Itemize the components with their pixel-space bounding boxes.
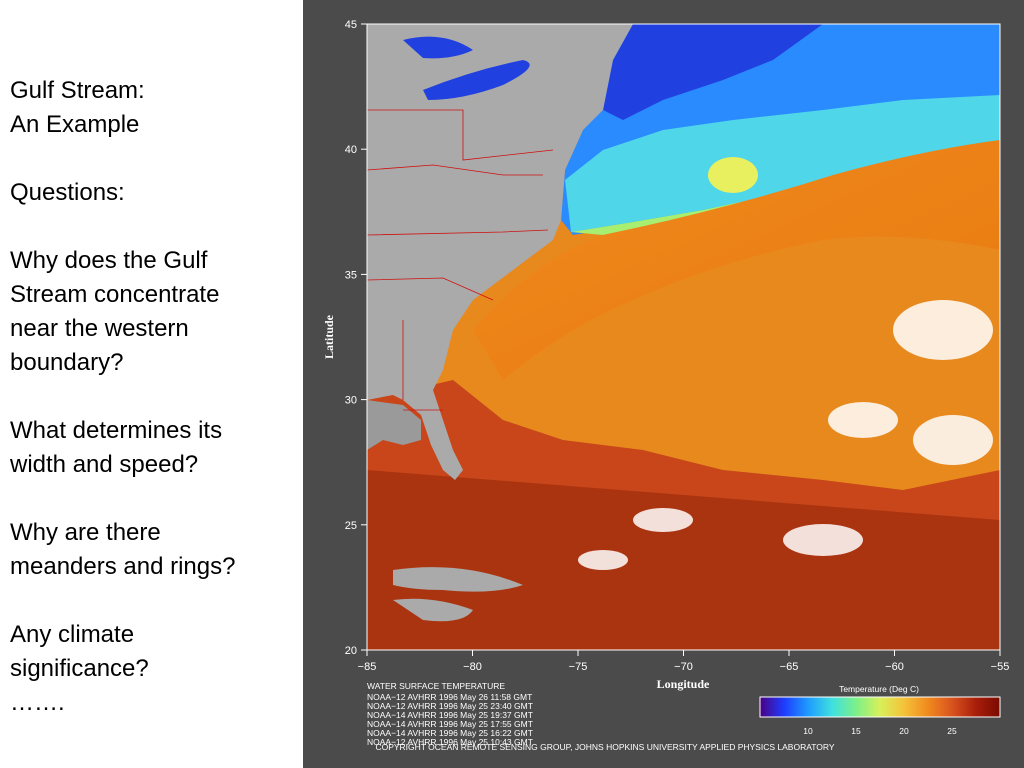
slide-line: significance? <box>10 655 149 682</box>
slide-line: Stream concentrate <box>10 281 220 308</box>
x-tick-label: −70 <box>674 661 693 673</box>
x-tick-label: −60 <box>885 661 904 673</box>
figure-panel: −85 −80 −75 −70 −65 −60 −55 45 40 35 30 25 20 Longi… <box>303 0 1024 768</box>
y-axis: 45 40 35 30 25 20 <box>345 19 367 657</box>
x-tick-label: −65 <box>780 661 799 673</box>
y-tick-label: 20 <box>345 645 357 657</box>
y-tick-label: 45 <box>345 19 357 31</box>
slide-line: Gulf Stream: <box>10 77 145 104</box>
y-tick-label: 30 <box>345 395 357 407</box>
sst-map <box>366 23 1001 651</box>
slide-line: Questions: <box>10 179 125 206</box>
x-tick-label: −85 <box>358 661 377 673</box>
colorbar-title: Temperature (Deg C) <box>839 684 919 694</box>
slide-line: What determines its <box>10 417 223 444</box>
slide-line: Any climate <box>10 621 135 648</box>
slide-line: near the western <box>10 315 189 342</box>
slide-line <box>10 584 300 618</box>
x-tick-label: −75 <box>569 661 588 673</box>
copyright-text: COPYRIGHT OCEAN REMOTE SENSING GROUP, JO… <box>375 742 834 752</box>
colorbar-tick-label: 25 <box>947 726 957 736</box>
colorbar: Temperature (Deg C) 10 15 20 25 <box>759 684 1001 736</box>
slide-line <box>10 210 300 244</box>
colorbar-tick-label: 10 <box>803 726 813 736</box>
warm-ring <box>708 157 758 193</box>
x-axis-label: Longitude <box>657 677 710 691</box>
slide-line <box>10 380 300 414</box>
info-title: WATER SURFACE TEMPERATURE <box>367 681 505 691</box>
colorbar-tick-label: 15 <box>851 726 861 736</box>
sst-figure: −85 −80 −75 −70 −65 −60 −55 45 40 35 30 25 20 Longi… <box>322 19 1010 752</box>
slide-line <box>10 142 300 176</box>
slide-line: meanders and rings? <box>10 553 236 580</box>
slide-line: An Example <box>10 111 140 138</box>
x-tick-label: −80 <box>463 661 482 673</box>
slide-line: ……. <box>10 689 65 716</box>
slide-text: Gulf Stream: An Example Questions: Why does… <box>10 74 300 720</box>
y-tick-label: 25 <box>345 520 357 532</box>
info-block: WATER SURFACE TEMPERATURE NOAA−12 AVHRR … <box>367 681 533 747</box>
slide-line: Why are there <box>10 519 161 546</box>
y-tick-label: 35 <box>345 269 357 281</box>
y-tick-label: 40 <box>345 144 357 156</box>
slide-line <box>10 482 300 516</box>
x-tick-label: −55 <box>991 661 1010 673</box>
slide-line: width and speed? <box>10 451 199 478</box>
colorbar-gradient <box>759 696 1001 718</box>
colorbar-tick-label: 20 <box>899 726 909 736</box>
slide-line: Why does the Gulf <box>10 247 208 274</box>
y-axis-label: Latitude <box>322 314 336 359</box>
slide-line: boundary? <box>10 349 124 376</box>
x-axis: −85 −80 −75 −70 −65 −60 −55 <box>358 650 1010 673</box>
